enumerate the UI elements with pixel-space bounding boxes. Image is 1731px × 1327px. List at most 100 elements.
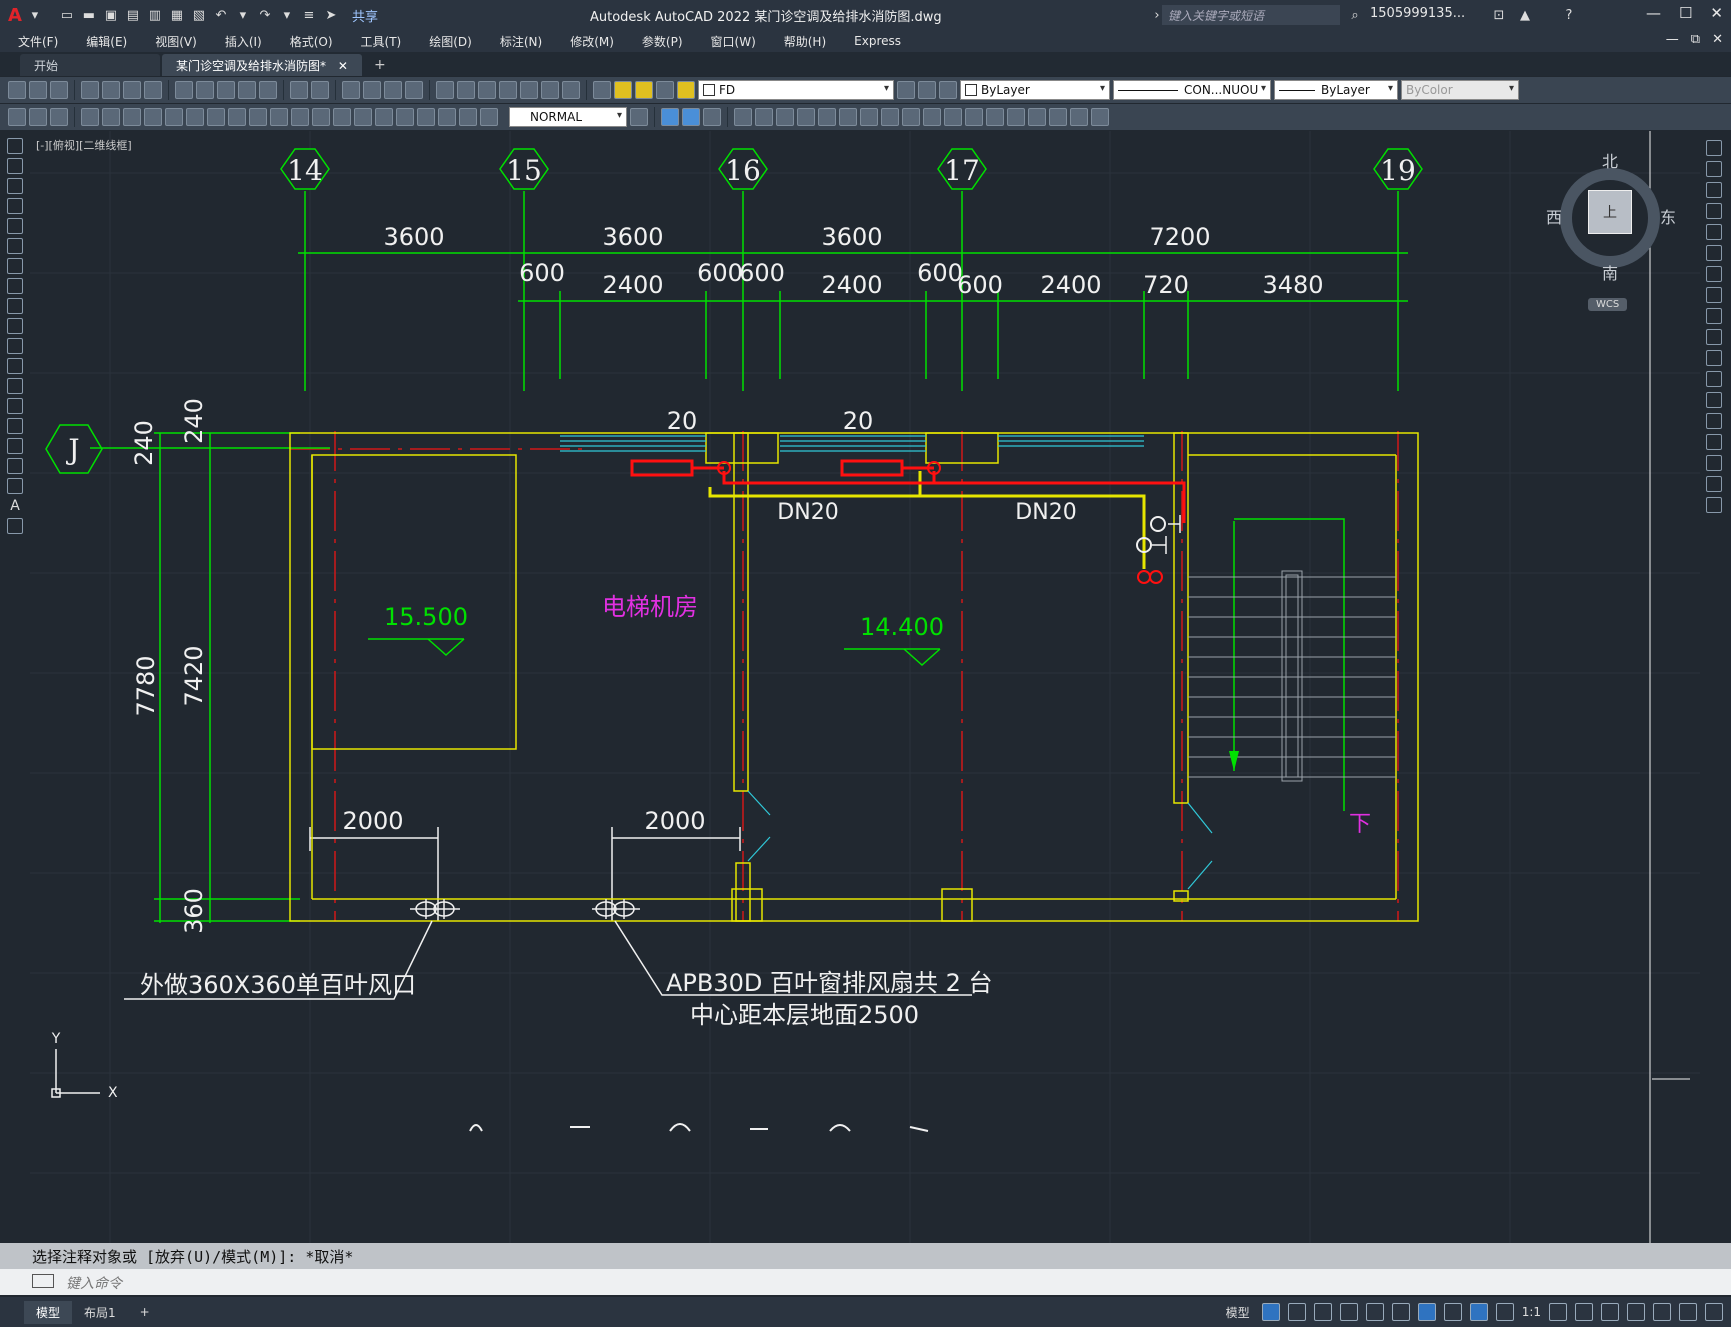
share-button[interactable]: 共享 [352, 6, 378, 25]
offset-icon[interactable] [797, 108, 815, 126]
join-tool-icon[interactable] [1706, 413, 1722, 429]
erase-icon[interactable] [734, 108, 752, 126]
explode-icon[interactable] [1049, 108, 1067, 126]
autocad-logo-icon[interactable]: A [0, 5, 26, 26]
polygon-tool-icon[interactable] [7, 198, 23, 214]
dim-arc-icon[interactable] [123, 108, 141, 126]
polyline-tool-icon[interactable] [7, 178, 23, 194]
move-tool-icon[interactable] [1706, 245, 1722, 261]
close-button[interactable]: ✕ [1710, 4, 1723, 22]
ellipse-tool-icon[interactable] [7, 318, 23, 334]
xline-tool-icon[interactable] [7, 158, 23, 174]
dim-text-edit-icon[interactable] [459, 108, 477, 126]
fullscreen-icon[interactable] [1679, 1303, 1697, 1321]
layer-viewport-icon[interactable] [656, 81, 674, 99]
dim-break-icon[interactable] [333, 108, 351, 126]
workspace-gear-icon[interactable] [1549, 1303, 1567, 1321]
dim-edit-icon[interactable] [438, 108, 456, 126]
break-tool-icon[interactable] [1706, 392, 1722, 408]
menu-edit[interactable]: 编辑(E) [86, 33, 127, 50]
text-style-icon[interactable] [8, 108, 26, 126]
quick-dim-icon[interactable] [249, 108, 267, 126]
fillet-tool-icon[interactable] [1706, 455, 1722, 471]
trim-icon[interactable] [923, 108, 941, 126]
wcs-dropdown[interactable]: WCS [1588, 298, 1628, 311]
extend-icon[interactable] [944, 108, 962, 126]
autodesk-app-icon[interactable]: ▲ [1516, 6, 1534, 24]
array-icon[interactable] [818, 108, 836, 126]
inspect-icon[interactable] [396, 108, 414, 126]
dim-linear-icon[interactable] [81, 108, 99, 126]
view-cube-top-face[interactable]: 上 [1588, 190, 1632, 234]
revcloud-tool-icon[interactable] [7, 278, 23, 294]
3d-print-icon[interactable] [144, 81, 162, 99]
center-mark-icon[interactable] [375, 108, 393, 126]
layer-lock-icon[interactable] [677, 81, 695, 99]
zoom-previous-icon[interactable] [405, 81, 423, 99]
dim-style-manager-icon[interactable] [630, 108, 648, 126]
new-file-icon[interactable]: ▭ [58, 6, 76, 24]
share-icon[interactable]: ➤ [322, 6, 340, 24]
save-as-icon[interactable]: ▤ [124, 6, 142, 24]
save-icon[interactable]: ▣ [102, 6, 120, 24]
menu-view[interactable]: 视图(V) [155, 33, 197, 50]
layout-tab-model[interactable]: 模型 [24, 1300, 73, 1324]
auto-scale-icon[interactable] [1495, 1303, 1514, 1321]
dim-aligned-icon[interactable] [102, 108, 120, 126]
rotate-icon[interactable] [860, 108, 878, 126]
cart-icon[interactable]: ⊡ [1490, 6, 1508, 24]
undo-icon[interactable] [290, 81, 308, 99]
new-tab-button[interactable]: + [364, 54, 396, 76]
make-current-layer-icon[interactable] [897, 81, 915, 99]
hatch-tool-icon[interactable] [7, 418, 23, 434]
zoom-realtime-icon[interactable] [363, 81, 381, 99]
circle-tool-icon[interactable] [7, 258, 23, 274]
grid-toggle-icon[interactable] [1261, 1303, 1280, 1321]
compass-south[interactable]: 南 [1602, 260, 1618, 284]
tab-start[interactable]: 开始 [20, 54, 160, 76]
paste-icon[interactable] [217, 81, 235, 99]
insert-block-icon[interactable] [7, 358, 23, 374]
tab-drawing[interactable]: 某门诊空调及给排水消防图* ✕ [162, 54, 362, 76]
break-icon[interactable] [965, 108, 983, 126]
dim-baseline-icon[interactable] [270, 108, 288, 126]
mirror-tool-icon[interactable] [1706, 182, 1722, 198]
menu-dimension[interactable]: 标注(N) [500, 33, 542, 50]
copy-tool-icon[interactable] [1706, 161, 1722, 177]
recent-commands-icon[interactable] [32, 1274, 54, 1288]
viewport-controls-label[interactable]: [-][俯视][二维线框] [36, 137, 132, 153]
draworder-back-icon[interactable] [682, 108, 700, 126]
scale-icon[interactable] [881, 108, 899, 126]
publish-icon[interactable] [123, 81, 141, 99]
help-search-input[interactable]: 键入关键字或短语 [1162, 5, 1340, 25]
line-tool-icon[interactable] [7, 138, 23, 154]
dim-continue-icon[interactable] [291, 108, 309, 126]
dim-space-icon[interactable] [312, 108, 330, 126]
quick-properties-icon[interactable] [1627, 1303, 1645, 1321]
units-icon[interactable] [1601, 1303, 1619, 1321]
dim-ordinate-icon[interactable] [144, 108, 162, 126]
doc-restore-button[interactable]: ⧉ [1691, 32, 1700, 47]
view-cube[interactable]: 上 北 南 东 西 WCS [1540, 148, 1680, 328]
menu-draw[interactable]: 绘图(D) [429, 33, 472, 50]
undo-dropdown-icon[interactable]: ▾ [234, 6, 252, 24]
lineweight-toggle-icon[interactable] [1443, 1303, 1462, 1321]
table-tool-icon[interactable] [7, 478, 23, 494]
edit-block-icon[interactable] [1070, 108, 1088, 126]
add-layout-button[interactable]: + [128, 1302, 162, 1322]
attribute-edit-icon[interactable] [1091, 108, 1109, 126]
layer-match-icon[interactable] [918, 81, 936, 99]
snap-toggle-icon[interactable] [1287, 1303, 1306, 1321]
polar-toggle-icon[interactable] [1339, 1303, 1358, 1321]
stretch-icon[interactable] [902, 108, 920, 126]
move-icon[interactable] [839, 108, 857, 126]
isolate-objects-icon[interactable] [1653, 1303, 1671, 1321]
markup-icon[interactable] [520, 81, 538, 99]
design-center-icon[interactable] [457, 81, 475, 99]
draworder-above-icon[interactable] [703, 108, 721, 126]
chamfer-tool-icon[interactable] [1706, 434, 1722, 450]
menu-parametric[interactable]: 参数(P) [642, 33, 683, 50]
dim-style-icon[interactable] [29, 108, 47, 126]
menu-insert[interactable]: 插入(I) [225, 33, 262, 50]
menu-format[interactable]: 格式(O) [290, 33, 333, 50]
